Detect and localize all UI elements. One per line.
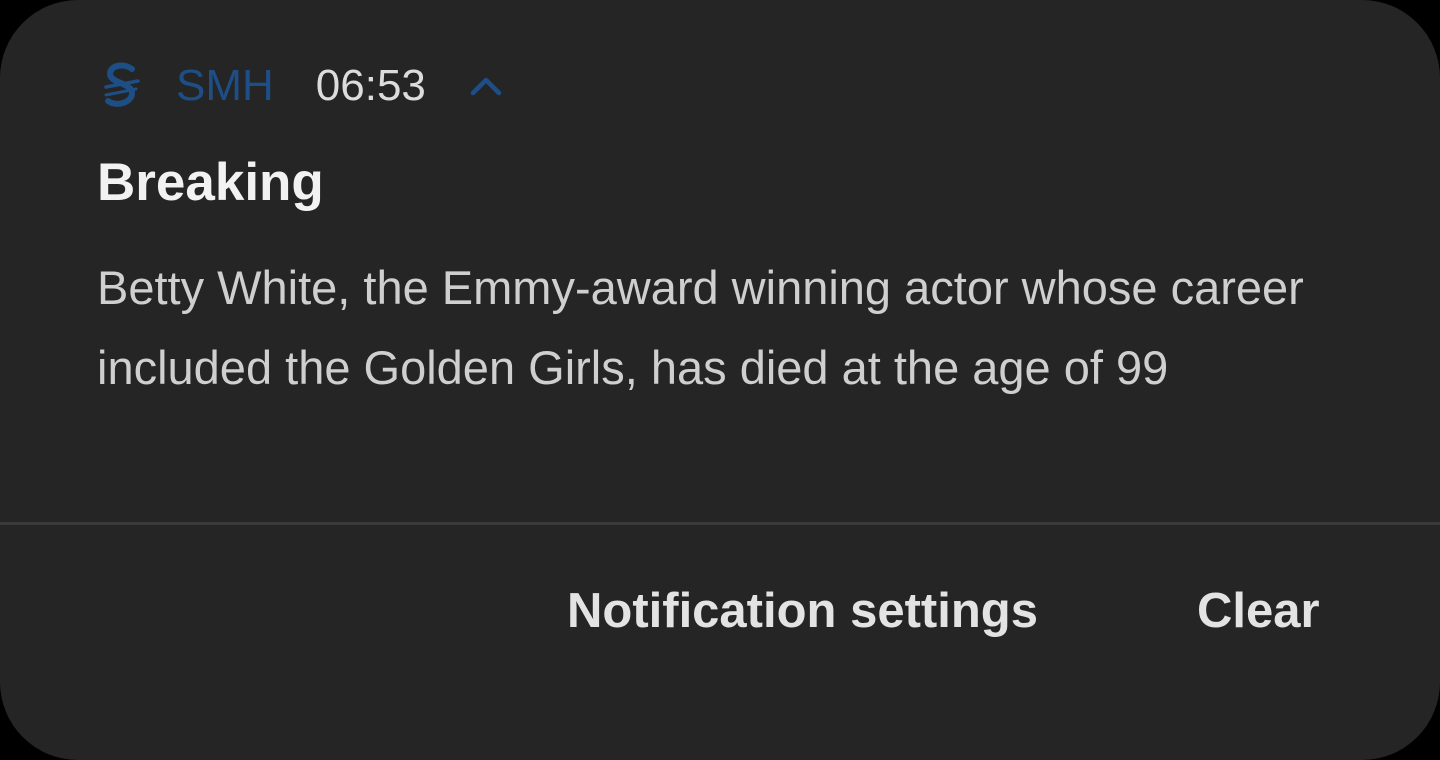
smh-logo-icon [100, 60, 144, 112]
notification-header: SMH 06:53 [100, 58, 506, 114]
divider [0, 522, 1440, 525]
notification-title: Breaking [97, 153, 324, 212]
notification-body: Betty White, the Emmy-award winning acto… [97, 261, 1304, 394]
chevron-up-icon[interactable] [466, 66, 506, 106]
app-name: SMH [176, 61, 274, 110]
notification-card[interactable]: SMH 06:53 Breaking Betty White, the Emmy… [0, 0, 1440, 760]
notification-settings-button[interactable]: Notification settings [567, 583, 1038, 639]
clear-button[interactable]: Clear [1197, 583, 1320, 639]
notification-time: 06:53 [315, 61, 426, 110]
